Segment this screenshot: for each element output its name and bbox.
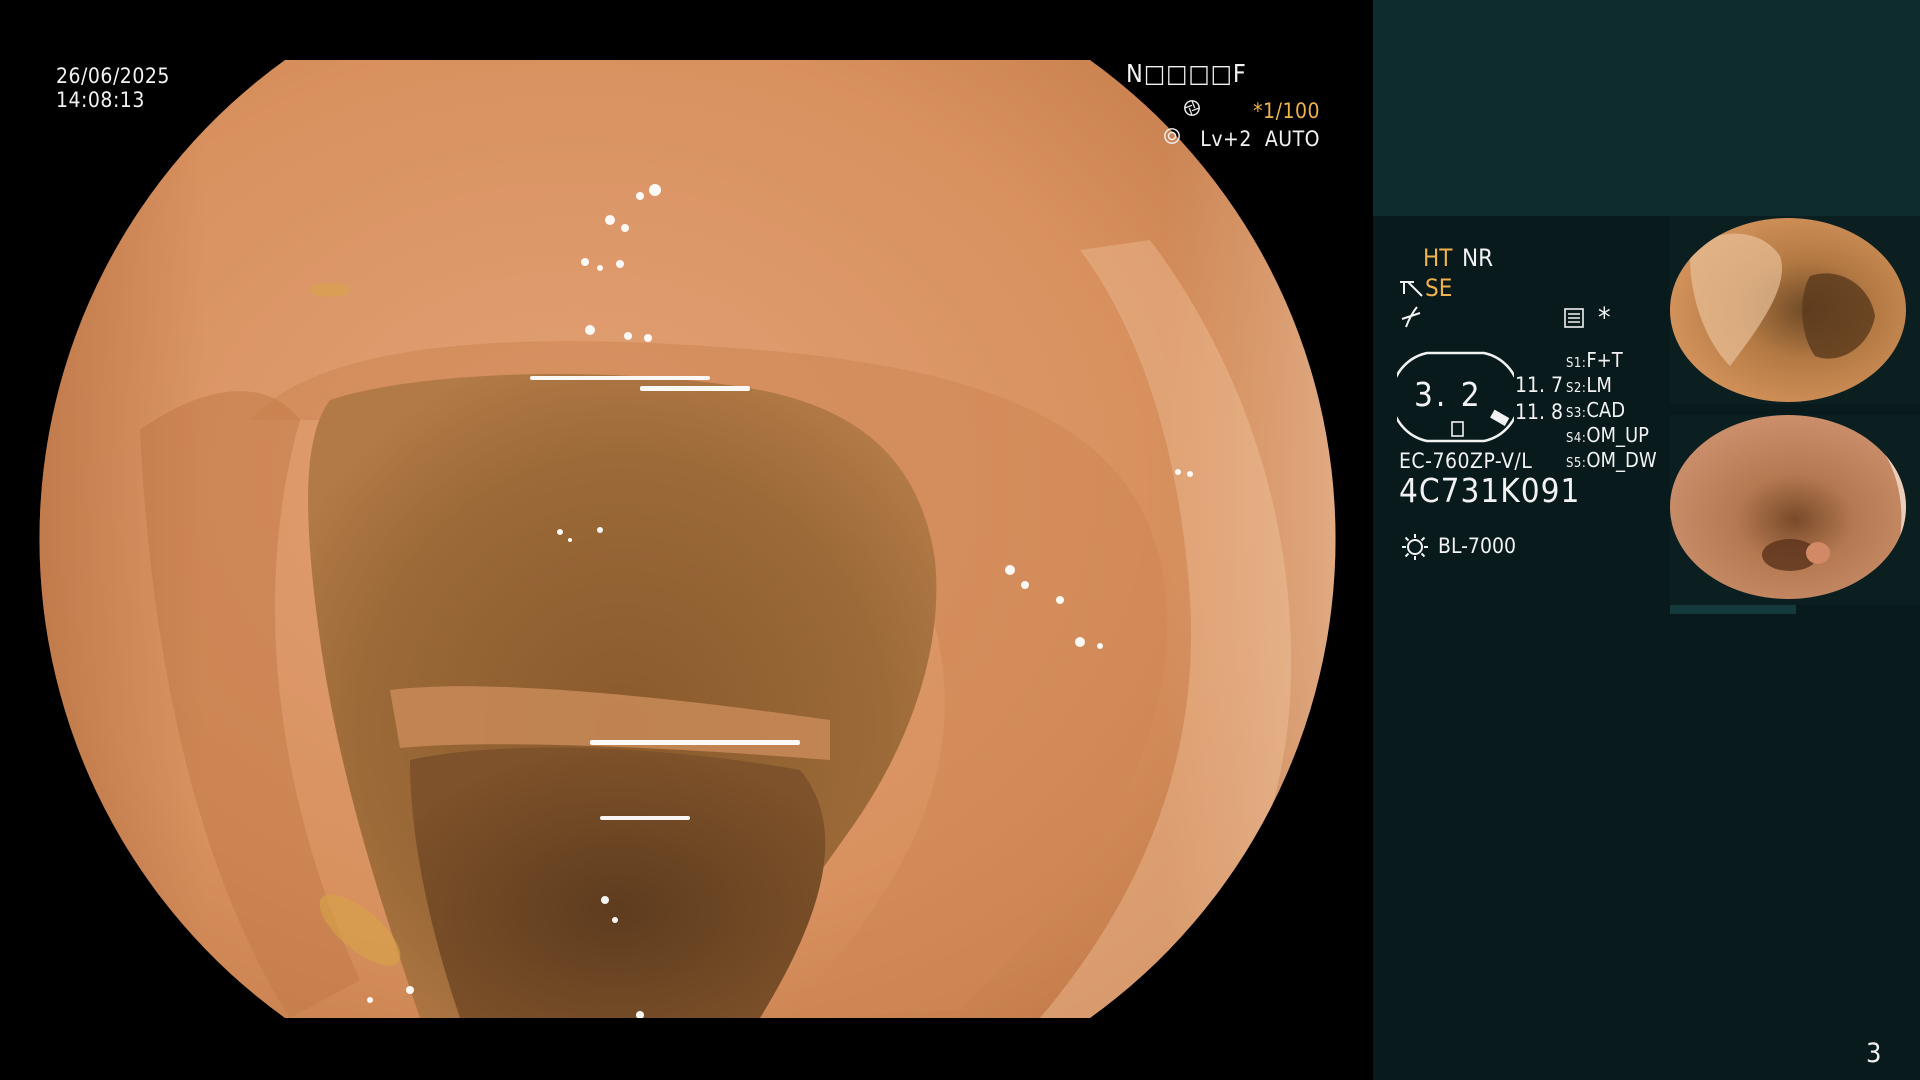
- switch-slot-4: S4:OM_UP: [1566, 423, 1650, 447]
- exam-time: 14:08:13: [56, 88, 145, 112]
- page-number: 3: [1866, 1038, 1882, 1069]
- asterisk-indicator: *: [1598, 301, 1611, 334]
- brightness-level-row: Lv+2 AUTO: [1160, 127, 1320, 151]
- brightness-level: Lv+2 AUTO: [1200, 127, 1320, 151]
- exam-date: 26/06/2025: [56, 64, 170, 88]
- capture-thumbnail-2[interactable]: [1670, 415, 1920, 605]
- aperture-icon: [1184, 100, 1200, 116]
- value-a: 11. 7: [1515, 373, 1564, 397]
- structure-enhancement-icon: [1400, 281, 1423, 297]
- shutter-speed: *1/100: [1253, 99, 1320, 123]
- endoscopy-screen: 26/06/2025 14:08:13 N□□□□F *1/100 Lv+2 A…: [0, 0, 1920, 1080]
- endoscope-live-view: 26/06/2025 14:08:13 N□□□□F *1/100 Lv+2 A…: [0, 0, 1373, 1080]
- switch-slot-2: S2:LM: [1566, 373, 1612, 397]
- switch-slot-3: S3:CAD: [1566, 398, 1626, 422]
- se-indicator: SE: [1425, 274, 1453, 302]
- capture-thumbnail-1[interactable]: [1670, 216, 1920, 404]
- shutter-speed-row: *1/100: [1180, 99, 1320, 123]
- zoom-value: 3. 2: [1414, 375, 1483, 414]
- value-b: 11. 8: [1515, 400, 1564, 424]
- nr-indicator: NR: [1462, 244, 1494, 272]
- switch-slot-1: S1:F+T: [1566, 348, 1623, 372]
- enhancement-curve-icon: [1401, 306, 1421, 328]
- scope-serial: 4C731K091: [1399, 471, 1581, 510]
- patient-id: N□□□□F: [1126, 59, 1247, 88]
- side-panel-header: [1373, 0, 1920, 216]
- settings-list-icon: [1564, 308, 1584, 328]
- thumbnail-image-1: [1670, 218, 1906, 402]
- ht-indicator: HT: [1423, 244, 1453, 272]
- iris-icon: [1164, 128, 1180, 144]
- light-source-icon: [1402, 534, 1428, 560]
- thumbnail-strip: [1670, 605, 1796, 614]
- thumbnail-image-2: [1670, 415, 1920, 605]
- light-source-model: BL-7000: [1438, 534, 1517, 558]
- colon-lumen-image: [39, 60, 1336, 1018]
